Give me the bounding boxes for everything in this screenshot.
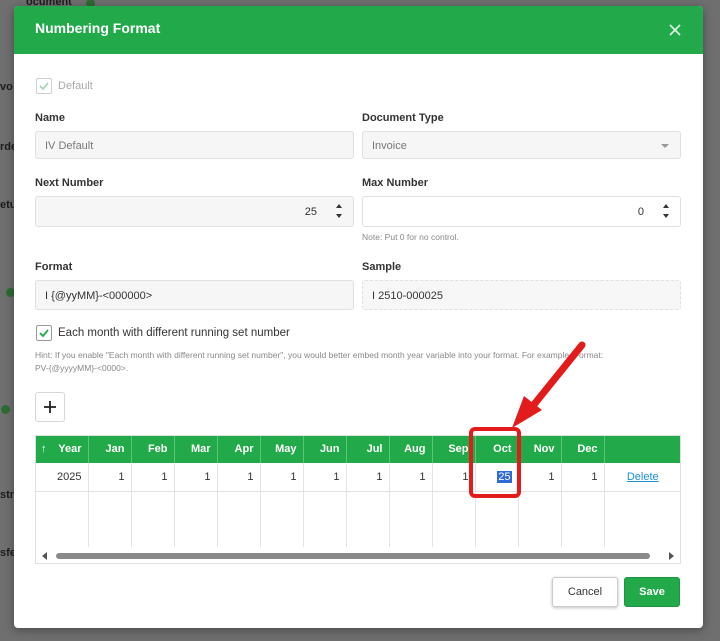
cell-year[interactable]: 2025	[35, 463, 89, 492]
oct-input-selected[interactable]: 25	[497, 470, 512, 483]
cell-nov[interactable]: 1	[518, 463, 562, 492]
name-label: Name	[35, 112, 65, 124]
max-number-stepper[interactable]: 0	[362, 196, 681, 227]
dialog-header: Numbering Format	[14, 6, 703, 54]
plus-icon	[44, 401, 56, 413]
format-label: Format	[35, 261, 73, 273]
next-number-value: 25	[304, 206, 317, 218]
name-field[interactable]: IV Default	[35, 131, 354, 159]
column-header-feb[interactable]: Feb	[131, 435, 175, 463]
cell-aug[interactable]: 1	[389, 463, 433, 492]
sample-field: I 2510-000025	[362, 280, 681, 310]
column-header-apr[interactable]: Apr	[217, 435, 261, 463]
monthly-running-number-label: Each month with different running set nu…	[58, 327, 290, 339]
column-header-jun[interactable]: Jun	[303, 435, 347, 463]
column-header-mar[interactable]: Mar	[174, 435, 218, 463]
max-number-note: Note: Put 0 for no control.	[362, 232, 459, 242]
cell-mar[interactable]: 1	[174, 463, 218, 492]
document-type-value: Invoice	[372, 140, 407, 152]
max-number-label: Max Number	[362, 177, 429, 189]
hint-text-line1: Hint: If you enable "Each month with dif…	[35, 350, 604, 360]
table-row: 2025 1 1 1 1 1 1 1 1 1 25 1 1 Delete	[35, 463, 681, 492]
dialog-title: Numbering Format	[35, 20, 161, 36]
sort-arrow-icon: ↑	[41, 443, 47, 455]
cell-apr[interactable]: 1	[217, 463, 261, 492]
next-number-label: Next Number	[35, 177, 104, 189]
spin-arrows-icon[interactable]	[334, 200, 344, 222]
scroll-right-arrow-icon[interactable]	[667, 552, 675, 560]
spin-arrows-icon[interactable]	[661, 200, 671, 222]
chevron-down-icon	[661, 144, 669, 148]
column-header-sep[interactable]: Sep	[432, 435, 476, 463]
cancel-button[interactable]: Cancel	[552, 577, 618, 607]
cell-sep[interactable]: 1	[432, 463, 476, 492]
column-header-label: Year	[58, 443, 82, 455]
backdrop-fragment: vo	[0, 81, 13, 93]
column-header-aug[interactable]: Aug	[389, 435, 433, 463]
add-row-button[interactable]	[35, 392, 65, 422]
max-number-value: 0	[637, 206, 644, 218]
default-checkbox[interactable]	[36, 78, 52, 94]
cell-dec[interactable]: 1	[561, 463, 605, 492]
format-input[interactable]: I {@yyMM}-<000000>	[35, 280, 354, 310]
column-header-dec[interactable]: Dec	[561, 435, 605, 463]
column-header-jul[interactable]: Jul	[346, 435, 390, 463]
name-value: IV Default	[45, 140, 94, 152]
numbering-format-dialog: Numbering Format Default Name IV Default…	[14, 6, 703, 628]
checkmark-icon	[39, 329, 49, 338]
checkmark-icon	[39, 82, 49, 91]
cell-feb[interactable]: 1	[131, 463, 175, 492]
table-header-row: ↑ Year Jan Feb Mar Apr May Jun Jul Aug S…	[35, 435, 681, 463]
cell-may[interactable]: 1	[260, 463, 304, 492]
close-icon[interactable]	[664, 19, 686, 41]
column-header-jan[interactable]: Jan	[88, 435, 132, 463]
column-header-nov[interactable]: Nov	[518, 435, 562, 463]
delete-row-link[interactable]: Delete	[627, 471, 659, 483]
sample-label: Sample	[362, 261, 402, 273]
save-button[interactable]: Save	[624, 577, 680, 607]
cell-jun[interactable]: 1	[303, 463, 347, 492]
cell-jan[interactable]: 1	[88, 463, 132, 492]
column-header-may[interactable]: May	[260, 435, 304, 463]
cell-jul[interactable]: 1	[346, 463, 390, 492]
scrollbar-thumb[interactable]	[56, 553, 650, 559]
column-header-actions	[604, 435, 681, 463]
next-number-stepper[interactable]: 25	[35, 196, 354, 227]
monthly-running-number-checkbox[interactable]	[36, 325, 52, 341]
table-empty-area	[35, 491, 681, 547]
scroll-left-arrow-icon[interactable]	[41, 552, 49, 560]
column-header-year[interactable]: ↑ Year	[35, 435, 89, 463]
sample-value: I 2510-000025	[372, 290, 443, 302]
hint-text-line2: PV-{@yyyyMM}-<0000>.	[35, 363, 129, 373]
document-type-select[interactable]: Invoice	[362, 131, 681, 159]
document-type-label: Document Type	[362, 112, 444, 124]
cell-oct-editor[interactable]: 25	[475, 463, 519, 492]
running-number-table: ↑ Year Jan Feb Mar Apr May Jun Jul Aug S…	[35, 435, 681, 547]
backdrop-add-dot	[1, 405, 10, 414]
cell-actions: Delete	[604, 463, 681, 492]
default-label: Default	[58, 80, 93, 92]
format-value: I {@yyMM}-<000000>	[45, 290, 153, 302]
column-header-oct[interactable]: Oct	[475, 435, 519, 463]
